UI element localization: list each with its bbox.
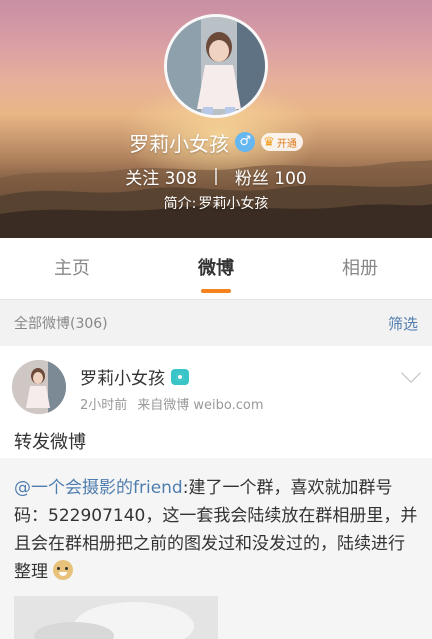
stats-separator: | — [213, 166, 219, 186]
following-stat[interactable]: 关注 308 — [125, 164, 197, 189]
profile-tabs: 主页 微博 相册 — [0, 238, 432, 300]
doge-emoji-icon — [53, 560, 74, 580]
vip-badge[interactable]: ♛ 开通 — [261, 133, 303, 151]
profile-stats: 关注 308 | 粉丝 100 — [0, 164, 432, 189]
profile-avatar[interactable] — [164, 14, 268, 118]
filter-bar: 全部微博(306) 筛选 — [0, 300, 432, 346]
male-gender-icon: ♂ — [235, 132, 256, 152]
camera-icon — [171, 368, 189, 385]
tab-album-label: 相册 — [342, 258, 378, 279]
active-tab-indicator — [201, 289, 231, 293]
bio-label: 简介: — [163, 196, 197, 212]
all-posts-count: 全部微博(306) — [14, 316, 108, 332]
tab-weibo[interactable]: 微博 — [144, 238, 288, 299]
followers-label: 粉丝 — [234, 168, 269, 189]
post-text: 转发微博 — [14, 432, 86, 453]
repost-image[interactable] — [14, 596, 218, 639]
tab-weibo-label: 微博 — [198, 258, 234, 279]
post-author-name[interactable]: 罗莉小女孩 — [80, 364, 165, 389]
profile-name: 罗莉小女孩 — [129, 131, 230, 156]
tab-home[interactable]: 主页 — [0, 238, 144, 299]
post-avatar-photo — [12, 360, 66, 414]
followers-stat[interactable]: 粉丝 100 — [235, 164, 307, 189]
profile-header: 罗莉小女孩 ♂ ♛ 开通 关注 308 | 粉丝 100 简介: 罗莉小女孩 — [0, 0, 432, 238]
post-card[interactable]: 罗莉小女孩 2小时前 来自微博 weibo.com 转发微博 — [0, 346, 432, 458]
bio-text: 罗莉小女孩 — [198, 196, 269, 212]
following-label: 关注 — [125, 168, 160, 189]
followers-count: 100 — [274, 168, 307, 189]
post-author-row: 罗莉小女孩 — [80, 364, 189, 389]
tab-album[interactable]: 相册 — [288, 238, 432, 299]
crown-icon: ♛ — [263, 134, 275, 150]
repost-text: @一个会摄影的friend:建了一个群，喜欢就加群号码：522907140，这一… — [14, 474, 418, 586]
post-time: 2小时前 — [80, 398, 128, 413]
post-author-avatar[interactable] — [12, 360, 66, 414]
post-source: 来自微博 weibo.com — [137, 398, 264, 413]
filter-button[interactable]: 筛选 — [388, 313, 418, 334]
tab-home-label: 主页 — [54, 258, 90, 279]
repost-block[interactable]: @一个会摄影的friend:建了一个群，喜欢就加群号码：522907140，这一… — [0, 458, 432, 639]
vip-open-label: 开通 — [276, 138, 297, 150]
repost-image-thumbnail — [14, 596, 218, 639]
chevron-down-icon[interactable] — [401, 363, 421, 383]
post-meta: 2小时前 来自微博 weibo.com — [80, 394, 264, 413]
profile-bio: 简介: 罗莉小女孩 — [0, 192, 432, 214]
following-count: 308 — [164, 168, 198, 189]
profile-name-row: 罗莉小女孩 ♂ ♛ 开通 — [0, 128, 432, 156]
repost-mention[interactable]: @一个会摄影的friend — [14, 478, 183, 498]
